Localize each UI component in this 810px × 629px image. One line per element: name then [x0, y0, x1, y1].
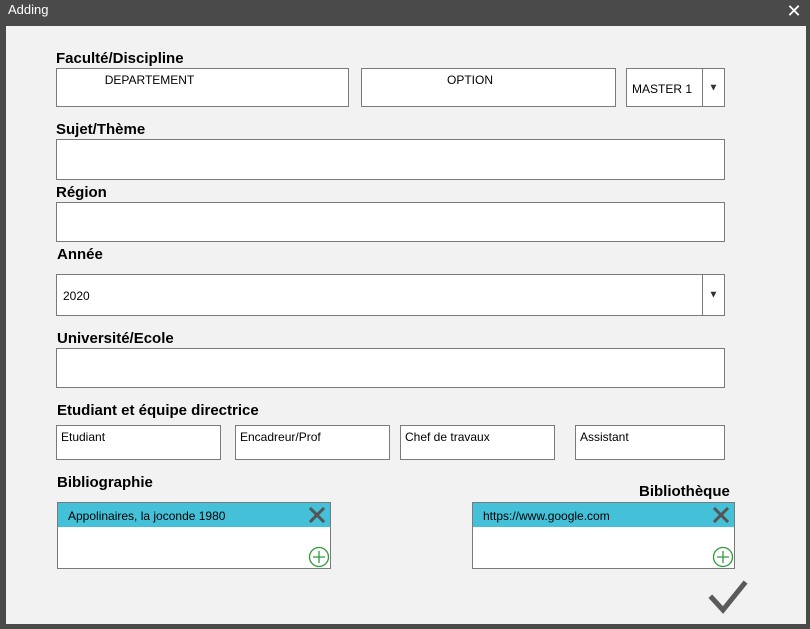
encadreur-value: Encadreur/Prof — [240, 430, 321, 444]
window-title: Adding — [8, 2, 49, 17]
annee-label: Année — [57, 246, 103, 263]
bibliotheque-list[interactable]: https://www.google.com — [472, 502, 735, 569]
bibliotheque-item-label: https://www.google.com — [483, 509, 610, 523]
list-item[interactable]: Appolinaires, la joconde 1980 — [58, 503, 330, 527]
universite-label: Université/Ecole — [57, 330, 174, 347]
chevron-down-icon[interactable]: ▼ — [702, 275, 724, 315]
sujet-label: Sujet/Thème — [56, 121, 146, 138]
etudiant-value: Etudiant — [61, 430, 106, 444]
annee-dropdown[interactable]: 2020 ▼ — [56, 274, 725, 316]
add-icon[interactable] — [712, 546, 734, 568]
etudiant-input[interactable]: Etudiant — [56, 425, 221, 460]
close-icon[interactable] — [308, 506, 326, 524]
bibliographie-item-label: Appolinaires, la joconde 1980 — [68, 509, 226, 523]
form-panel: Faculté/Discipline DEPARTEMENT OPTION MA… — [6, 26, 806, 624]
universite-input[interactable] — [56, 348, 725, 388]
departement-value: DEPARTEMENT — [104, 73, 195, 87]
assistant-input[interactable]: Assistant — [575, 425, 725, 460]
checkmark-icon[interactable] — [708, 580, 748, 616]
close-icon[interactable]: ✕ — [784, 1, 804, 21]
assistant-value: Assistant — [580, 430, 629, 444]
equipe-label: Etudiant et équipe directrice — [57, 402, 259, 419]
option-field[interactable]: OPTION — [361, 68, 616, 107]
sujet-input[interactable] — [56, 139, 725, 180]
chef-travaux-value: Chef de travaux — [405, 430, 490, 444]
bibliotheque-label: Bibliothèque — [639, 483, 730, 500]
departement-field[interactable]: DEPARTEMENT — [56, 68, 349, 107]
title-bar: Adding ✕ — [0, 0, 810, 25]
bibliographie-list[interactable]: Appolinaires, la joconde 1980 — [57, 502, 331, 569]
chevron-down-icon[interactable]: ▼ — [702, 69, 724, 106]
close-icon[interactable] — [712, 506, 730, 524]
level-dropdown[interactable]: MASTER 1 ▼ — [626, 68, 725, 107]
bibliographie-label: Bibliographie — [57, 474, 153, 491]
add-icon[interactable] — [308, 546, 330, 568]
annee-selected: 2020 — [63, 289, 90, 303]
encadreur-input[interactable]: Encadreur/Prof — [235, 425, 390, 460]
list-item[interactable]: https://www.google.com — [473, 503, 734, 527]
region-label: Région — [56, 184, 107, 201]
level-selected: MASTER 1 — [632, 82, 693, 96]
chef-travaux-input[interactable]: Chef de travaux — [400, 425, 555, 460]
region-input[interactable] — [56, 202, 725, 242]
faculte-label: Faculté/Discipline — [56, 50, 184, 67]
option-value: OPTION — [446, 73, 493, 87]
